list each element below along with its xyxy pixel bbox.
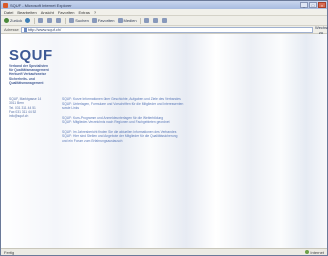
history-icon [143, 18, 149, 23]
home-button[interactable] [56, 18, 62, 24]
search-icon [69, 18, 75, 23]
back-label: Zurück [10, 17, 23, 23]
squf-logo[interactable]: SQUF [9, 47, 53, 64]
home-icon [56, 18, 62, 23]
print-button[interactable] [161, 18, 168, 24]
menu-edit[interactable]: Bearbeiten [17, 10, 36, 15]
printer-icon [161, 18, 167, 23]
nav-link[interactable]: SQUF: Mitglieder-Verzeichnis nach Region… [62, 120, 292, 125]
search-label: Suchen [75, 17, 89, 23]
maximize-button[interactable]: □ [309, 2, 317, 8]
media-button[interactable]: Medien [117, 17, 137, 24]
menu-file[interactable]: Datei [4, 10, 13, 15]
link-group: SQUF: Kurs-Programm und Anmeldeunterlage… [62, 116, 292, 125]
window-controls: _ □ × [300, 2, 326, 8]
nav-link[interactable]: sowie Links [62, 106, 292, 111]
status-bar: Fertig Internet [1, 248, 327, 255]
menu-help[interactable]: ? [94, 10, 96, 15]
address-label: Adresse [4, 27, 19, 32]
toolbar-separator [65, 17, 67, 24]
link-group: SQUF: Im Jahresbericht finden Sie die ak… [62, 130, 292, 144]
logo-subtitle-line: Qualitätsmanagement [9, 80, 44, 85]
back-arrow-icon [4, 18, 9, 23]
ie-logo-icon [3, 2, 8, 8]
logo-subtitle: Verband der Spezialisten für Qualitätsma… [9, 64, 69, 85]
toolbar-separator [139, 17, 141, 24]
mail-button[interactable] [152, 18, 159, 24]
stop-button[interactable] [38, 18, 44, 24]
menu-bar: Datei Bearbeiten Ansicht Favoriten Extra… [1, 9, 327, 16]
window-title: SQUF - Microsoft Internet Explorer [10, 2, 72, 8]
url-text: http://www.squf.ch/ [27, 27, 62, 32]
close-button[interactable]: × [318, 2, 326, 8]
page-icon [23, 27, 27, 32]
star-icon [91, 18, 97, 23]
security-zone: Internet [305, 250, 324, 255]
menu-view[interactable]: Ansicht [41, 10, 54, 15]
media-label: Medien [123, 17, 137, 23]
contact-address: SQUF, Marktgasse 14 3011 Bern Tel. 031 3… [9, 97, 53, 118]
minimize-button[interactable]: _ [300, 2, 308, 8]
link-group: SQUF: Kurze Informationen über Geschicht… [62, 97, 292, 111]
forward-button[interactable] [25, 18, 31, 24]
globe-icon [305, 250, 310, 254]
toolbar: Zurück Suchen Favoriten Medien [1, 16, 327, 26]
favorites-label: Favoriten [97, 17, 115, 23]
forward-arrow-icon [25, 18, 31, 23]
toolbar-separator [34, 17, 36, 24]
nav-links: SQUF: Kurze Informationen über Geschicht… [62, 97, 292, 148]
back-button[interactable]: Zurück [4, 18, 22, 24]
refresh-button[interactable] [47, 18, 53, 24]
refresh-icon [47, 18, 53, 23]
zone-label: Internet [310, 249, 324, 255]
media-icon [117, 18, 123, 23]
history-button[interactable] [143, 18, 150, 24]
stop-icon [38, 18, 44, 23]
browser-window: SQUF - Microsoft Internet Explorer _ □ ×… [0, 0, 328, 256]
page-content: SQUF Verband der Spezialisten für Qualit… [1, 34, 327, 248]
go-button[interactable]: Wechseln zu [315, 25, 328, 35]
status-text: Fertig [4, 249, 15, 255]
mail-icon [152, 18, 158, 23]
address-bar: Adresse http://www.squf.ch/ Wechseln zu [1, 25, 328, 35]
title-bar[interactable]: SQUF - Microsoft Internet Explorer _ □ × [1, 1, 327, 9]
favorites-button[interactable]: Favoriten [91, 17, 115, 24]
menu-tools[interactable]: Extras [79, 10, 90, 15]
nav-link[interactable]: und ein Forum zum Erfahrungsaustausch [62, 139, 292, 144]
search-button[interactable]: Suchen [69, 18, 89, 24]
url-input[interactable]: http://www.squf.ch/ [20, 26, 313, 33]
address-email-link[interactable]: info@squf.ch [9, 114, 53, 118]
menu-favorites[interactable]: Favoriten [58, 10, 75, 15]
